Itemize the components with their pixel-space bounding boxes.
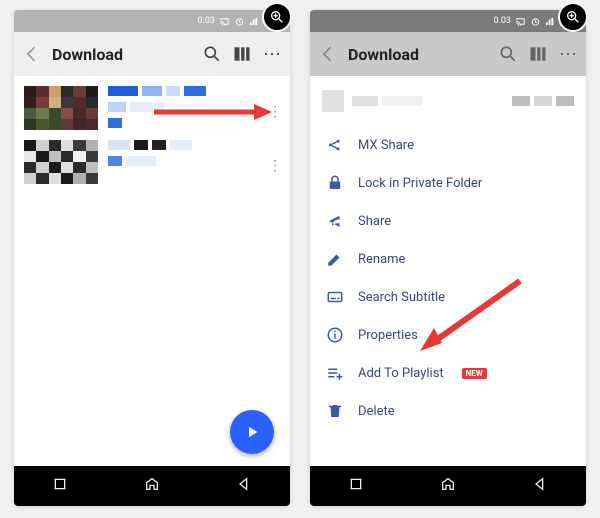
menu-properties[interactable]: Properties <box>310 316 586 354</box>
cast-icon <box>515 16 526 27</box>
app-bar-dimmed: Download ⋯ <box>310 32 586 76</box>
menu-share[interactable]: Share <box>310 202 586 240</box>
menu-label: Lock in Private Folder <box>358 176 482 191</box>
menu-label: Search Subtitle <box>358 290 445 305</box>
info-icon <box>326 326 344 344</box>
menu-label: MX Share <box>358 138 414 153</box>
nav-back-button[interactable] <box>532 476 548 496</box>
search-icon[interactable] <box>202 44 222 64</box>
nav-recent-button[interactable] <box>52 476 68 496</box>
item-more-icon[interactable]: ⋮ <box>268 104 282 120</box>
menu-label: Share <box>358 214 391 229</box>
share-icon <box>326 212 344 230</box>
view-toggle-icon[interactable] <box>232 44 252 64</box>
new-badge: NEW <box>462 368 487 379</box>
list-item[interactable]: ⋮ <box>14 76 290 130</box>
nav-back-button[interactable] <box>236 476 252 496</box>
alarm-icon <box>234 16 245 27</box>
menu-add-playlist[interactable]: Add To Playlist NEW <box>310 354 586 392</box>
page-title: Download <box>52 45 192 64</box>
nav-recent-button[interactable] <box>348 476 364 496</box>
video-meta <box>108 140 280 166</box>
status-time: 0.03 <box>197 16 215 26</box>
menu-label: Delete <box>358 404 395 419</box>
menu-rename[interactable]: Rename <box>310 240 586 278</box>
phone-right-context-menu: 0.03 Download ⋯ <box>310 10 586 506</box>
rename-icon <box>326 250 344 268</box>
video-thumbnail <box>24 140 98 184</box>
status-bar: 0.03 <box>310 10 586 32</box>
back-icon[interactable] <box>22 44 42 64</box>
status-time: 0.03 <box>493 16 511 26</box>
menu-mx-share[interactable]: MX Share <box>310 126 586 164</box>
nav-home-button[interactable] <box>144 476 160 496</box>
playlist-icon <box>326 364 344 382</box>
page-title: Download <box>348 45 488 64</box>
search-icon <box>498 44 518 64</box>
view-toggle-icon <box>528 44 548 64</box>
menu-lock-private[interactable]: Lock in Private Folder <box>310 164 586 202</box>
android-nav-bar <box>14 466 290 506</box>
play-fab[interactable] <box>230 410 274 454</box>
sheet-header <box>310 76 586 122</box>
video-list: ⋮ ⋮ <box>14 76 290 466</box>
nav-home-button[interactable] <box>440 476 456 496</box>
selected-video-thumb <box>322 90 344 112</box>
list-item[interactable]: ⋮ <box>14 130 290 184</box>
context-menu: MX Share Lock in Private Folder Share Re… <box>310 122 586 434</box>
item-more-icon[interactable]: ⋮ <box>268 158 282 174</box>
status-bar: 0.03 <box>14 10 290 32</box>
subtitle-icon <box>326 288 344 306</box>
play-icon <box>243 423 261 441</box>
zoom-icon[interactable] <box>558 2 588 32</box>
menu-delete[interactable]: Delete <box>310 392 586 430</box>
alarm-icon <box>530 16 541 27</box>
more-icon[interactable]: ⋯ <box>262 44 282 64</box>
delete-icon <box>326 402 344 420</box>
video-meta <box>108 86 280 128</box>
context-sheet: MX Share Lock in Private Folder Share Re… <box>310 76 586 466</box>
video-thumbnail <box>24 86 98 130</box>
android-nav-bar <box>310 466 586 506</box>
more-icon: ⋯ <box>558 44 578 64</box>
zoom-icon[interactable] <box>262 2 292 32</box>
menu-label: Properties <box>358 328 418 343</box>
app-bar: Download ⋯ <box>14 32 290 76</box>
signal-icon <box>249 16 260 27</box>
phone-left-download-list: 0.03 Download ⋯ <box>14 10 290 506</box>
signal-icon <box>545 16 556 27</box>
lock-icon <box>326 174 344 192</box>
back-icon <box>318 44 338 64</box>
menu-label: Add To Playlist <box>358 366 444 381</box>
menu-search-subtitle[interactable]: Search Subtitle <box>310 278 586 316</box>
menu-label: Rename <box>358 252 405 267</box>
cast-icon <box>219 16 230 27</box>
mx-share-icon <box>326 136 344 154</box>
